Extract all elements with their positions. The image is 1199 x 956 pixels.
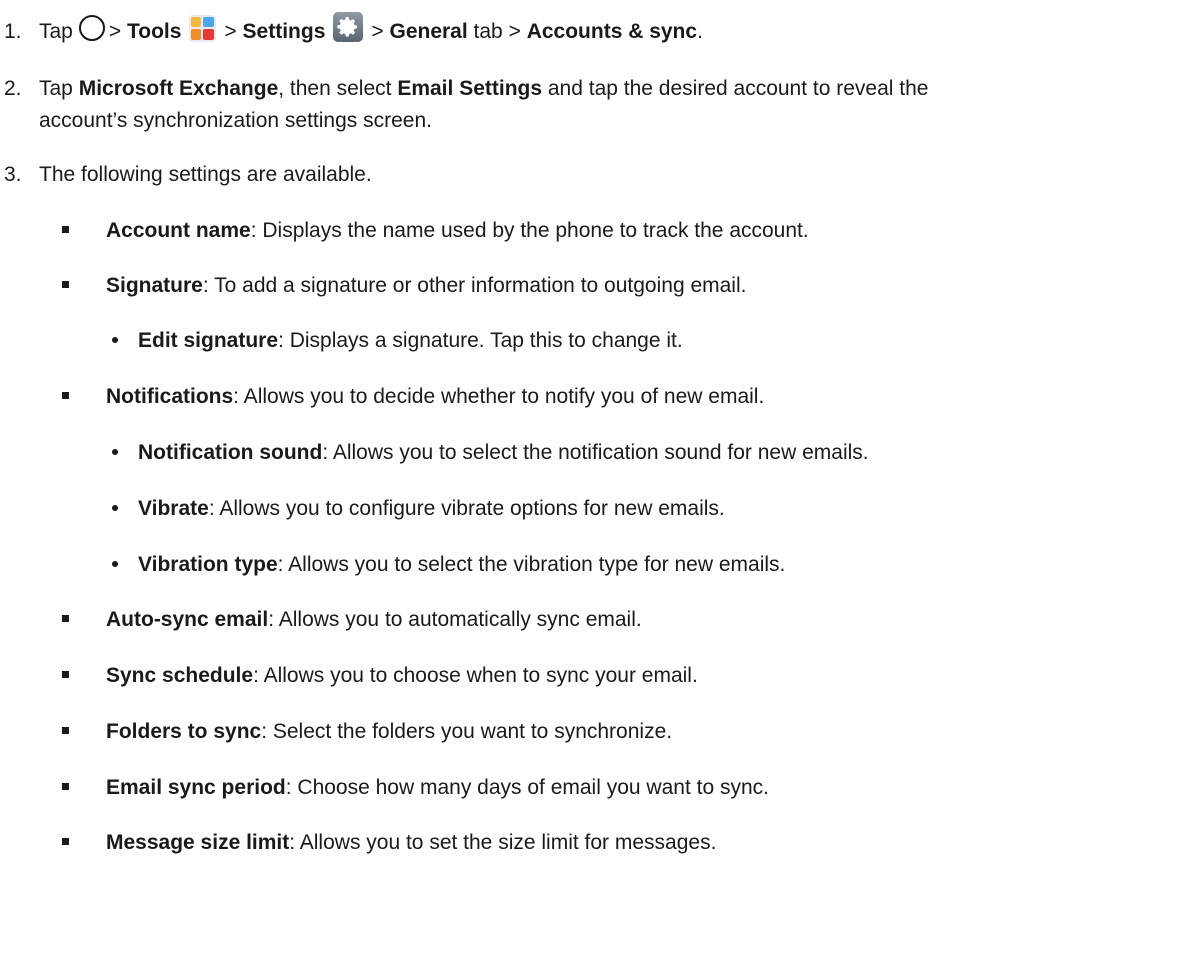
tools-app-icon [189, 14, 217, 42]
email-settings-label: Email Settings [397, 77, 543, 100]
list-item: Account name: Displays the name used by … [62, 216, 809, 246]
list-item: Folders to sync: Select the folders you … [62, 717, 672, 747]
step-3-text: The following settings are available. [39, 163, 372, 186]
list-item: Sync schedule: Allows you to choose when… [62, 661, 698, 691]
list-item: Signature: To add a signature or other i… [62, 271, 746, 301]
square-bullet-icon [62, 783, 69, 790]
step-number: 3. [4, 163, 22, 186]
step-2: 2. Tap Microsoft Exchange, then select Em… [4, 73, 928, 132]
list-item: Edit signature: Displays a signature. Ta… [112, 326, 683, 356]
settings-label: Settings [242, 20, 326, 43]
step-number: 2. [4, 77, 22, 100]
square-bullet-icon [62, 671, 69, 678]
square-bullet-icon [62, 392, 69, 399]
dot-bullet-icon [112, 561, 118, 567]
square-bullet-icon [62, 838, 69, 845]
step-3: 3. The following settings are available. [4, 159, 372, 191]
instructions-page: 1. Tap > Tools > Settings > General tab > Ac… [0, 0, 1199, 956]
square-bullet-icon [62, 281, 69, 288]
step-1-text: Tap > Tools > Settings > General tab > Acco… [39, 12, 1189, 48]
dot-bullet-icon [112, 505, 118, 511]
general-label: General [389, 20, 468, 43]
home-circle-icon [78, 15, 105, 42]
square-bullet-icon [62, 226, 69, 233]
accounts-sync-label: Accounts & sync [526, 20, 698, 43]
list-item: Vibrate: Allows you to configure vibrate… [112, 494, 725, 524]
list-item: Message size limit: Allows you to set th… [62, 828, 716, 858]
settings-gear-icon [333, 12, 364, 43]
square-bullet-icon [62, 615, 69, 622]
dot-bullet-icon [112, 449, 118, 455]
list-item: Notifications: Allows you to decide whet… [62, 382, 764, 412]
list-item: Notification sound: Allows you to select… [112, 438, 869, 468]
tools-label: Tools [126, 20, 182, 43]
list-item: Auto-sync email: Allows you to automatic… [62, 605, 642, 635]
step-2-text: Tap Microsoft Exchange, then select Emai… [39, 77, 929, 132]
step-1: 1. Tap > Tools > Settings > General tab > Ac… [4, 12, 703, 48]
list-item: Vibration type: Allows you to select the… [112, 550, 785, 580]
step-number: 1. [4, 20, 22, 43]
square-bullet-icon [62, 727, 69, 734]
microsoft-exchange-label: Microsoft Exchange [78, 77, 279, 100]
list-item: Email sync period: Choose how many days … [62, 773, 769, 803]
dot-bullet-icon [112, 337, 118, 343]
